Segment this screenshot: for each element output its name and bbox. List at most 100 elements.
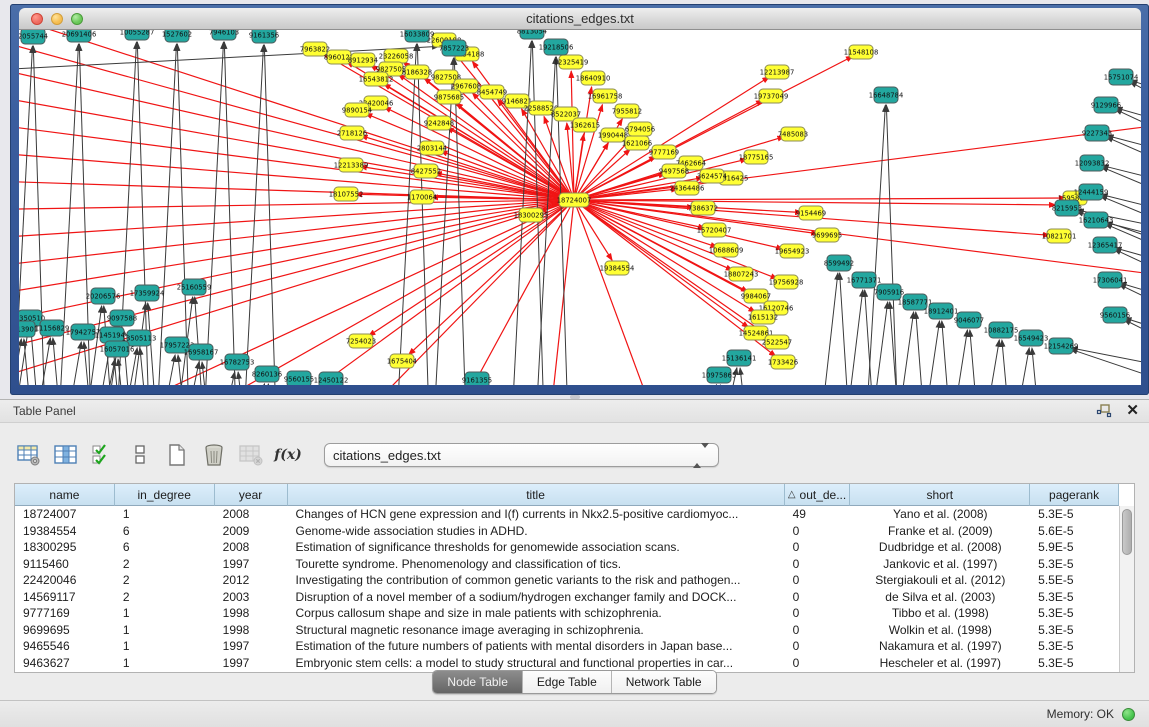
graph-node-yellow[interactable]: 18640910 [576, 71, 611, 85]
graph-node-yellow[interactable]: 9154469 [796, 206, 826, 220]
cell-in-degree[interactable]: 6 [115, 523, 215, 540]
column-header-in-degree[interactable]: in_degree [115, 484, 215, 506]
cell-year[interactable]: 2009 [215, 523, 288, 540]
graph-node-yellow[interactable]: 9890154 [342, 103, 372, 117]
graph-node-teal[interactable]: 7946103 [209, 30, 239, 40]
network-canvas[interactable]: 7963822896012889129342322605898275051654… [19, 30, 1141, 385]
graph-node-yellow[interactable]: 1615132 [748, 310, 778, 324]
cell-year[interactable]: 1998 [215, 605, 288, 622]
cell-in-degree[interactable]: 1 [115, 638, 215, 655]
cell-out-de-[interactable]: 0 [785, 622, 851, 639]
cell-name[interactable]: 9465546 [15, 638, 115, 655]
graph-node-teal[interactable]: 16958167 [184, 344, 219, 360]
column-header-year[interactable]: year [215, 484, 288, 506]
graph-node-teal[interactable]: 16057016 [100, 341, 135, 357]
table-row[interactable]: 2242004622012Investigating the contribut… [15, 572, 1119, 589]
cell-name[interactable]: 14569117 [15, 589, 115, 606]
cell-pagerank[interactable]: 5.3E-5 [1030, 655, 1119, 672]
graph-node-yellow[interactable]: 10688609 [709, 243, 744, 257]
cell-pagerank[interactable]: 5.3E-5 [1030, 622, 1119, 639]
cell-out-de-[interactable]: 0 [785, 638, 851, 655]
cell-title[interactable]: Changes of HCN gene expression and I(f) … [288, 506, 785, 523]
column-select-icon[interactable] [51, 441, 81, 469]
graph-node-yellow[interactable]: 1170064 [407, 190, 437, 204]
graph-node-teal[interactable]: 20691406 [62, 30, 97, 42]
cell-short[interactable]: Wolkin et al. (1998) [850, 622, 1030, 639]
graph-node-teal[interactable]: 8813054 [517, 30, 547, 39]
graph-node-yellow[interactable]: 9242848 [424, 116, 454, 130]
graph-node-yellow[interactable]: 15720407 [697, 223, 732, 237]
graph-node-teal[interactable]: 8215953 [1052, 200, 1082, 216]
graph-node-yellow[interactable]: 12213987 [760, 65, 795, 79]
cell-pagerank[interactable]: 5.3E-5 [1030, 605, 1119, 622]
cell-title[interactable]: Estimation of the future numbers of pati… [288, 638, 785, 655]
column-header-short[interactable]: short [850, 484, 1030, 506]
cell-pagerank[interactable]: 5.6E-5 [1030, 523, 1119, 540]
cell-title[interactable]: Investigating the contribution of common… [288, 572, 785, 589]
cell-title[interactable]: Disruption of a novel member of a sodium… [288, 589, 785, 606]
graph-node-yellow[interactable]: 10821701 [1042, 229, 1077, 243]
graph-node-yellow[interactable]: 1733426 [768, 355, 798, 369]
cell-pagerank[interactable]: 5.5E-5 [1030, 572, 1119, 589]
cell-year[interactable]: 2008 [215, 506, 288, 523]
table-scrollbar[interactable] [1119, 506, 1134, 672]
table-row[interactable]: 1456911722003Disruption of a novel membe… [15, 589, 1119, 606]
column-header-title[interactable]: title [288, 484, 785, 506]
graph-node-teal[interactable]: 12154269 [1044, 338, 1079, 354]
graph-node-teal[interactable]: 16210643 [1079, 212, 1114, 228]
cell-name[interactable]: 9463627 [15, 655, 115, 672]
cell-name[interactable]: 18724007 [15, 506, 115, 523]
graph-node-teal[interactable]: 9129966 [1091, 97, 1121, 113]
graph-node-yellow[interactable]: 18724007 [557, 193, 592, 207]
cell-title[interactable]: Genome-wide association studies in ADHD. [288, 523, 785, 540]
cell-name[interactable]: 22420046 [15, 572, 115, 589]
column-header-out-de-[interactable]: △out_de... [785, 484, 851, 506]
cell-pagerank[interactable]: 5.3E-5 [1030, 638, 1119, 655]
cell-in-degree[interactable]: 1 [115, 655, 215, 672]
graph-node-teal[interactable]: 11156829 [35, 320, 70, 336]
rows-icon[interactable] [125, 441, 155, 469]
graph-node-teal[interactable]: 12444159 [1074, 184, 1109, 200]
minimize-window-button[interactable] [51, 13, 63, 25]
cell-in-degree[interactable]: 1 [115, 622, 215, 639]
tab-node-table[interactable]: Node Table [433, 671, 523, 693]
column-header-name[interactable]: name [15, 484, 115, 506]
graph-node-teal[interactable]: 7857223 [439, 40, 469, 56]
cell-out-de-[interactable]: 0 [785, 556, 851, 573]
graph-node-yellow[interactable]: 24364486 [670, 181, 705, 195]
cell-name[interactable]: 19384554 [15, 523, 115, 540]
graph-node-teal[interactable]: 16648784 [869, 87, 904, 103]
cell-in-degree[interactable]: 1 [115, 605, 215, 622]
row-check-icon[interactable] [88, 441, 118, 469]
cell-out-de-[interactable]: 0 [785, 523, 851, 540]
table-row[interactable]: 977716911998Corpus callosum shape and si… [15, 605, 1119, 622]
graph-node-teal[interactable]: 1527602 [162, 30, 192, 42]
graph-node-yellow[interactable]: 9875685 [434, 90, 464, 104]
cell-title[interactable]: Structural magnetic resonance image aver… [288, 622, 785, 639]
graph-node-yellow[interactable]: 2803144 [417, 141, 447, 155]
graph-node-teal[interactable]: 2055744 [19, 30, 48, 44]
cell-year[interactable]: 1998 [215, 622, 288, 639]
graph-node-yellow[interactable]: 19737049 [754, 89, 789, 103]
graph-node-yellow[interactable]: 2522547 [762, 335, 792, 349]
cell-name[interactable]: 9699695 [15, 622, 115, 639]
network-window-titlebar[interactable]: citations_edges.txt [19, 8, 1141, 30]
graph-node-teal[interactable]: 15751074 [1104, 69, 1139, 85]
table-row[interactable]: 911546021997Tourette syndrome. Phenomeno… [15, 556, 1119, 573]
graph-node-yellow[interactable]: 3624574 [697, 169, 727, 183]
graph-node-yellow[interactable]: 1621066 [622, 136, 652, 150]
close-window-button[interactable] [31, 13, 43, 25]
graph-node-yellow[interactable]: 19384554 [600, 261, 635, 275]
cell-short[interactable]: Tibbo et al. (1998) [850, 605, 1030, 622]
scrollbar-thumb[interactable] [1122, 509, 1132, 555]
graph-node-yellow[interactable]: 18107552 [329, 187, 364, 201]
cell-in-degree[interactable]: 2 [115, 589, 215, 606]
cell-short[interactable]: Yano et al. (2008) [850, 506, 1030, 523]
graph-node-teal[interactable]: 9161355 [462, 372, 492, 385]
cell-short[interactable]: Franke et al. (2009) [850, 523, 1030, 540]
graph-node-teal[interactable]: 16782753 [220, 354, 255, 370]
table-row[interactable]: 946554611997Estimation of the future num… [15, 638, 1119, 655]
table-row[interactable]: 1938455462009Genome-wide association stu… [15, 523, 1119, 540]
graph-node-teal[interactable]: 16771371 [847, 272, 882, 288]
table-row[interactable]: 946362711997Embryonic stem cells: a mode… [15, 655, 1119, 672]
